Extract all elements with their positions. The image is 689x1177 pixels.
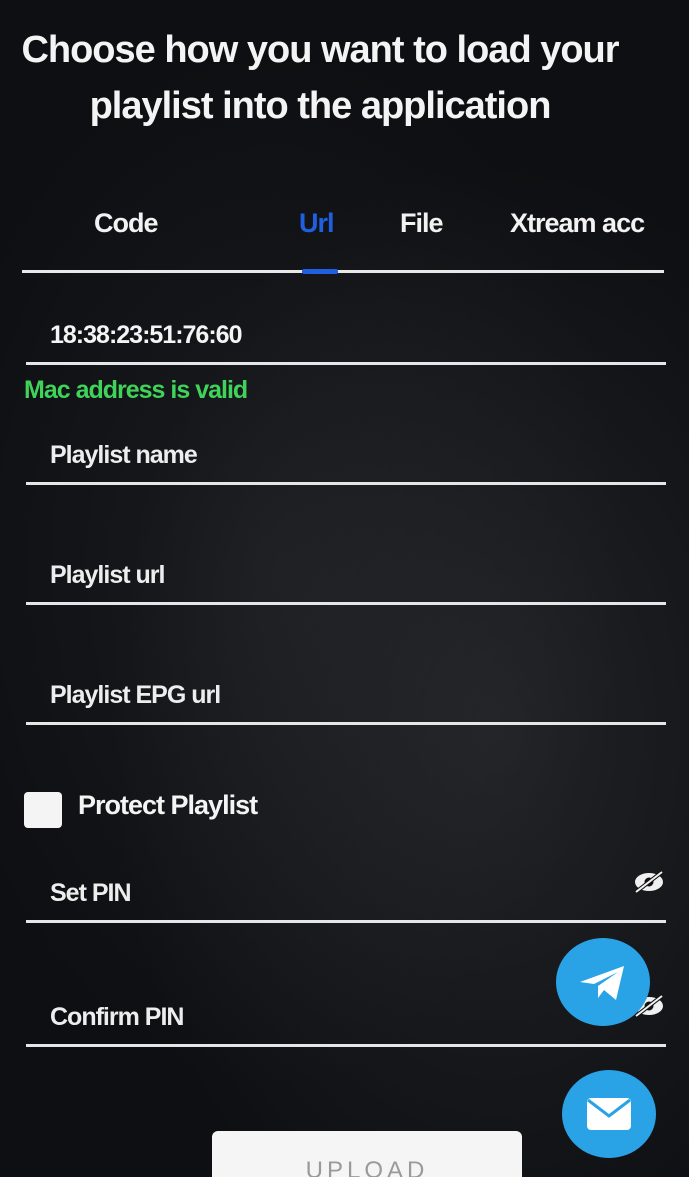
screen: Choose how you want to load your playlis… [0,0,689,1177]
tab-xtream-acc[interactable]: Xtream acc [510,208,645,239]
set-pin-placeholder: Set PIN [50,879,132,907]
mac-address-value: 18:38:23:51:76:60 [50,321,242,349]
page-title: Choose how you want to load your playlis… [21,29,619,127]
tab-url[interactable]: Url [299,208,335,239]
protect-playlist-checkbox[interactable] [24,792,62,828]
playlist-name-input[interactable]: Playlist name [26,422,666,485]
playlist-name-placeholder: Playlist name [50,441,198,469]
tab-file[interactable]: File [400,208,444,239]
telegram-icon [580,966,624,1000]
upload-button[interactable]: UPLOAD [212,1131,522,1177]
tab-bar: Code Url File Xtream acc [22,200,664,274]
mail-icon [587,1098,631,1130]
tab-code[interactable]: Code [94,208,158,239]
mac-address-field[interactable]: 18:38:23:51:76:60 [26,302,666,365]
telegram-button[interactable] [556,938,650,1026]
mac-status-message: Mac address is valid [24,376,248,404]
active-tab-indicator [302,269,338,274]
eye-off-icon[interactable] [632,870,666,894]
protect-playlist-label: Protect Playlist [78,790,258,820]
playlist-url-input[interactable]: Playlist url [26,542,666,605]
playlist-epg-url-placeholder: Playlist EPG url [50,681,221,709]
set-pin-input[interactable]: Set PIN [26,860,666,923]
playlist-url-placeholder: Playlist url [50,561,165,589]
confirm-pin-placeholder: Confirm PIN [50,1003,184,1031]
mail-button[interactable] [562,1070,656,1158]
playlist-epg-url-input[interactable]: Playlist EPG url [26,662,666,725]
